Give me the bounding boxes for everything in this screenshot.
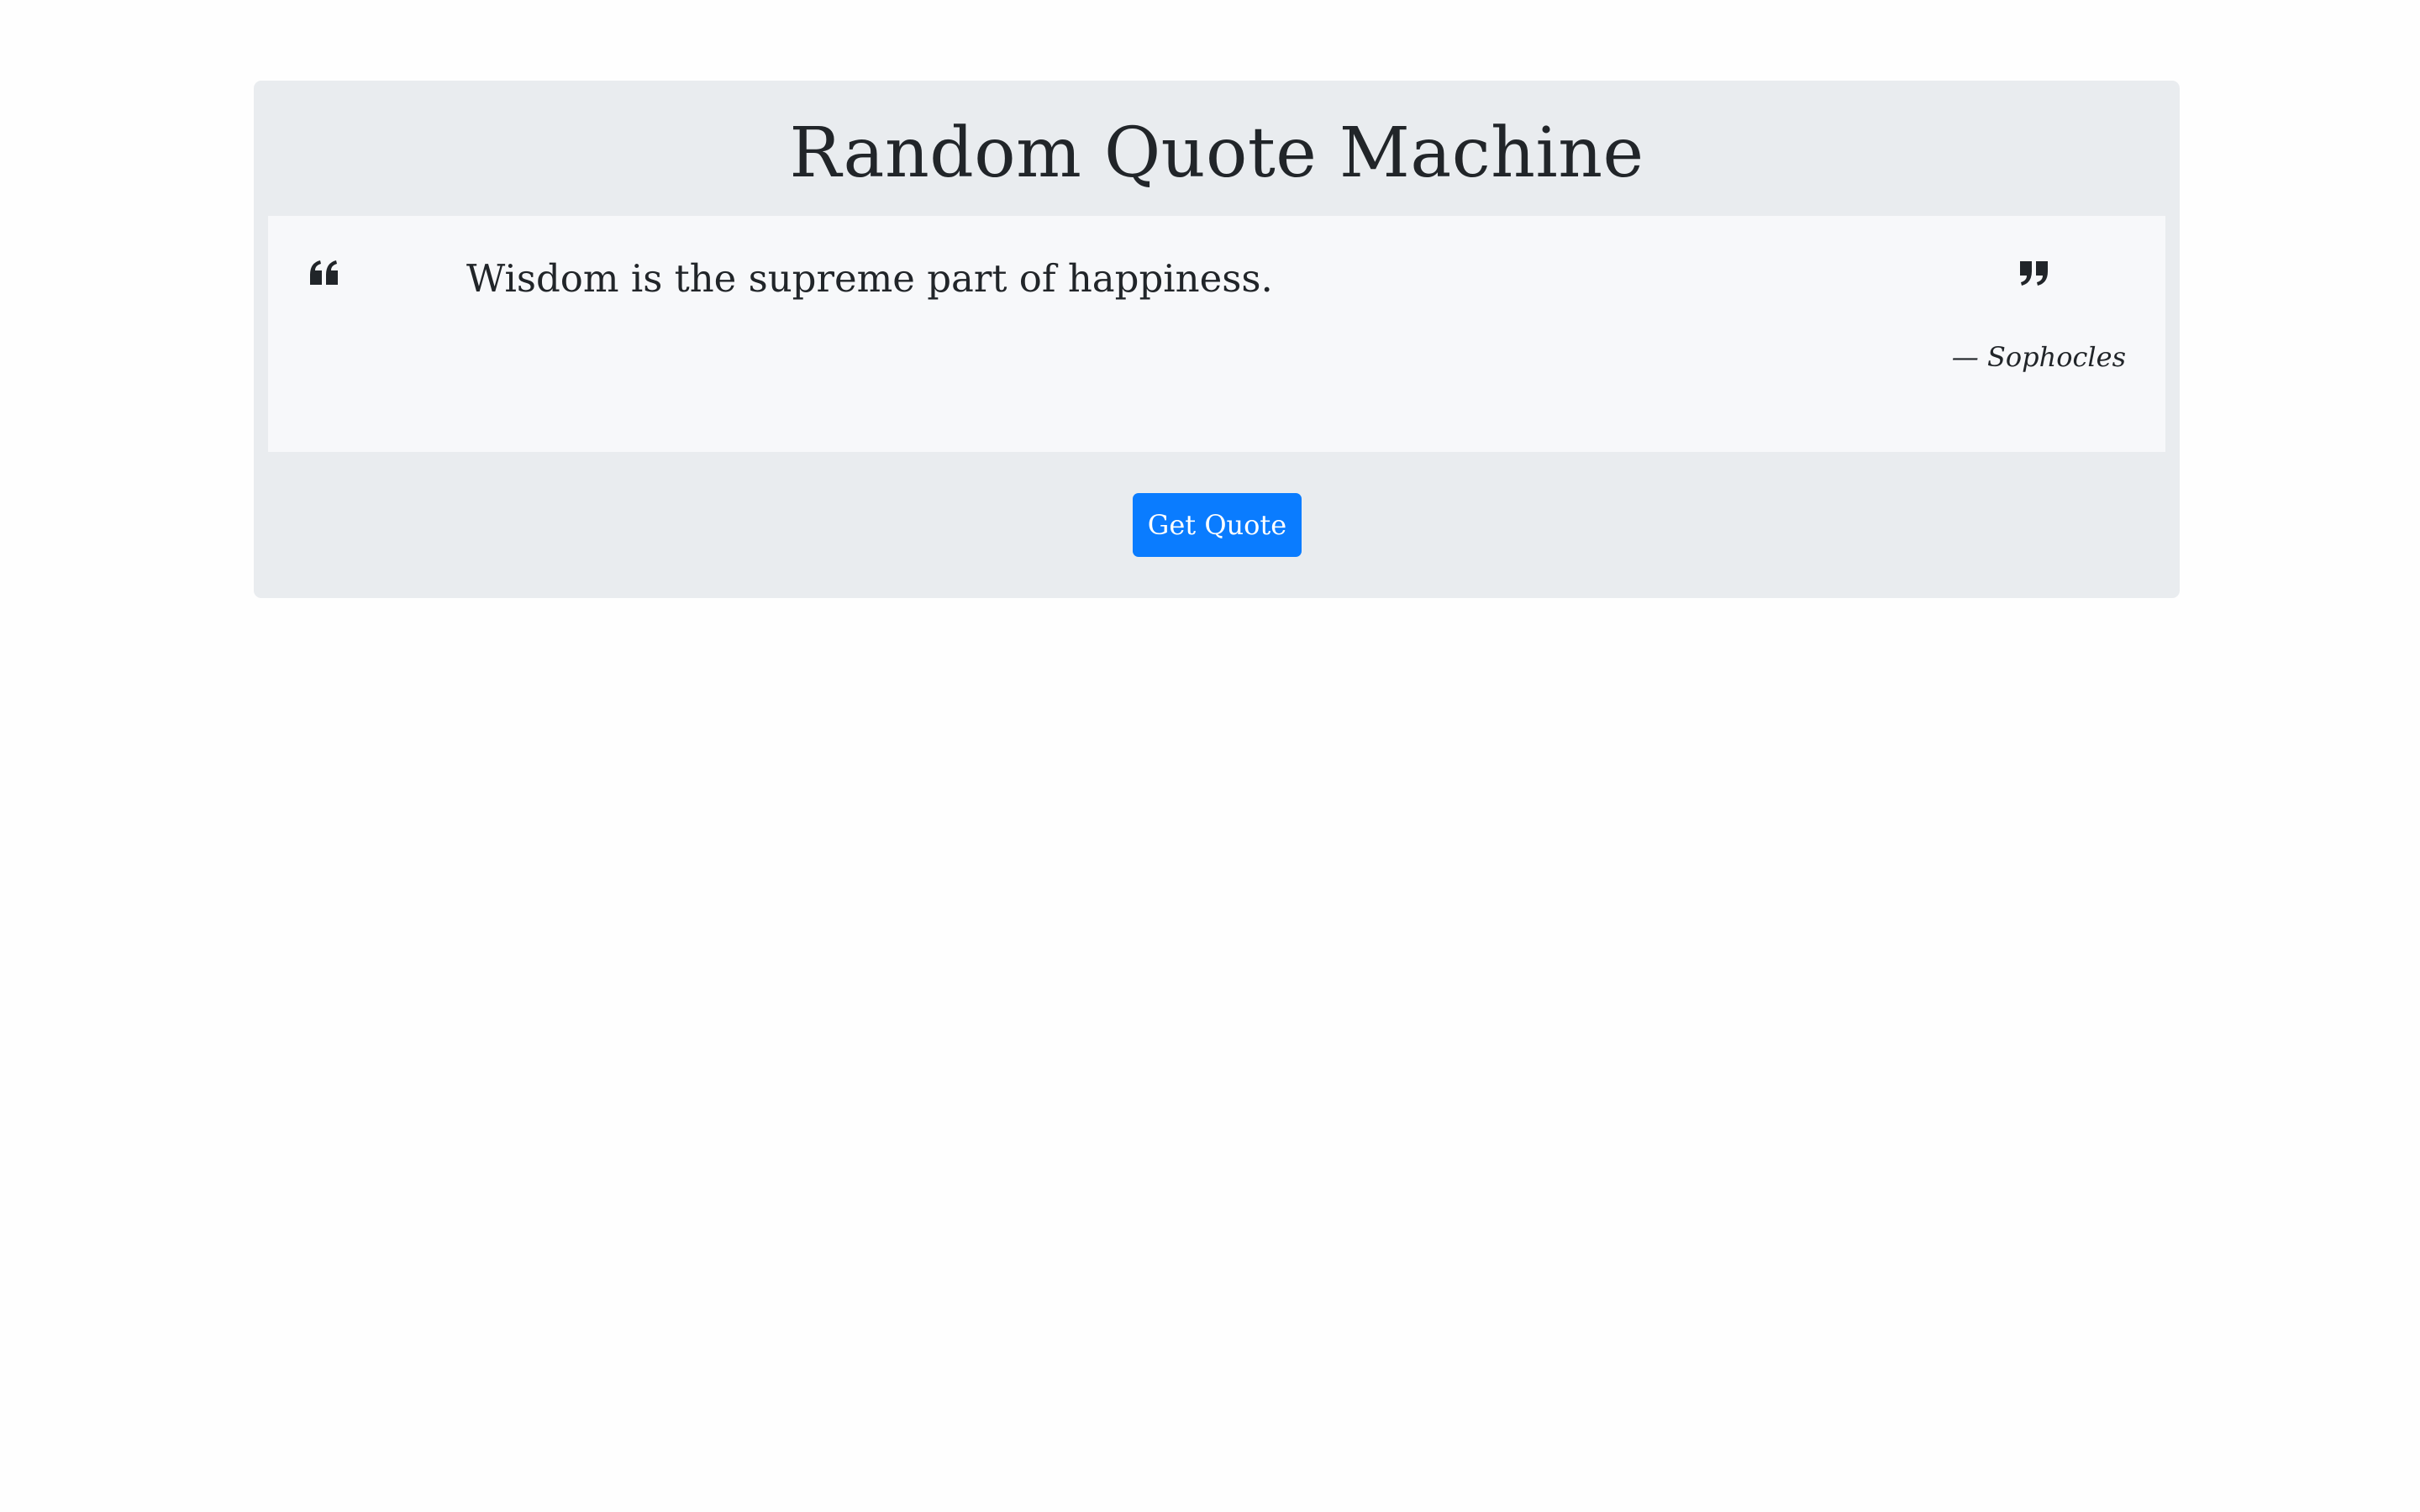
page-title: Random Quote Machine <box>789 113 1644 193</box>
quote-machine-card: Random Quote Machine Wisdom is the supre… <box>254 81 2180 598</box>
quote-author: — Sophocles <box>1951 341 2126 373</box>
quote-right-icon <box>2017 256 2050 290</box>
quote-text: Wisdom is the supreme part of happiness. <box>466 256 1273 301</box>
quote-left-icon <box>308 256 341 290</box>
get-quote-button[interactable]: Get Quote <box>1133 493 1302 557</box>
quote-box: Wisdom is the supreme part of happiness.… <box>268 216 2165 452</box>
